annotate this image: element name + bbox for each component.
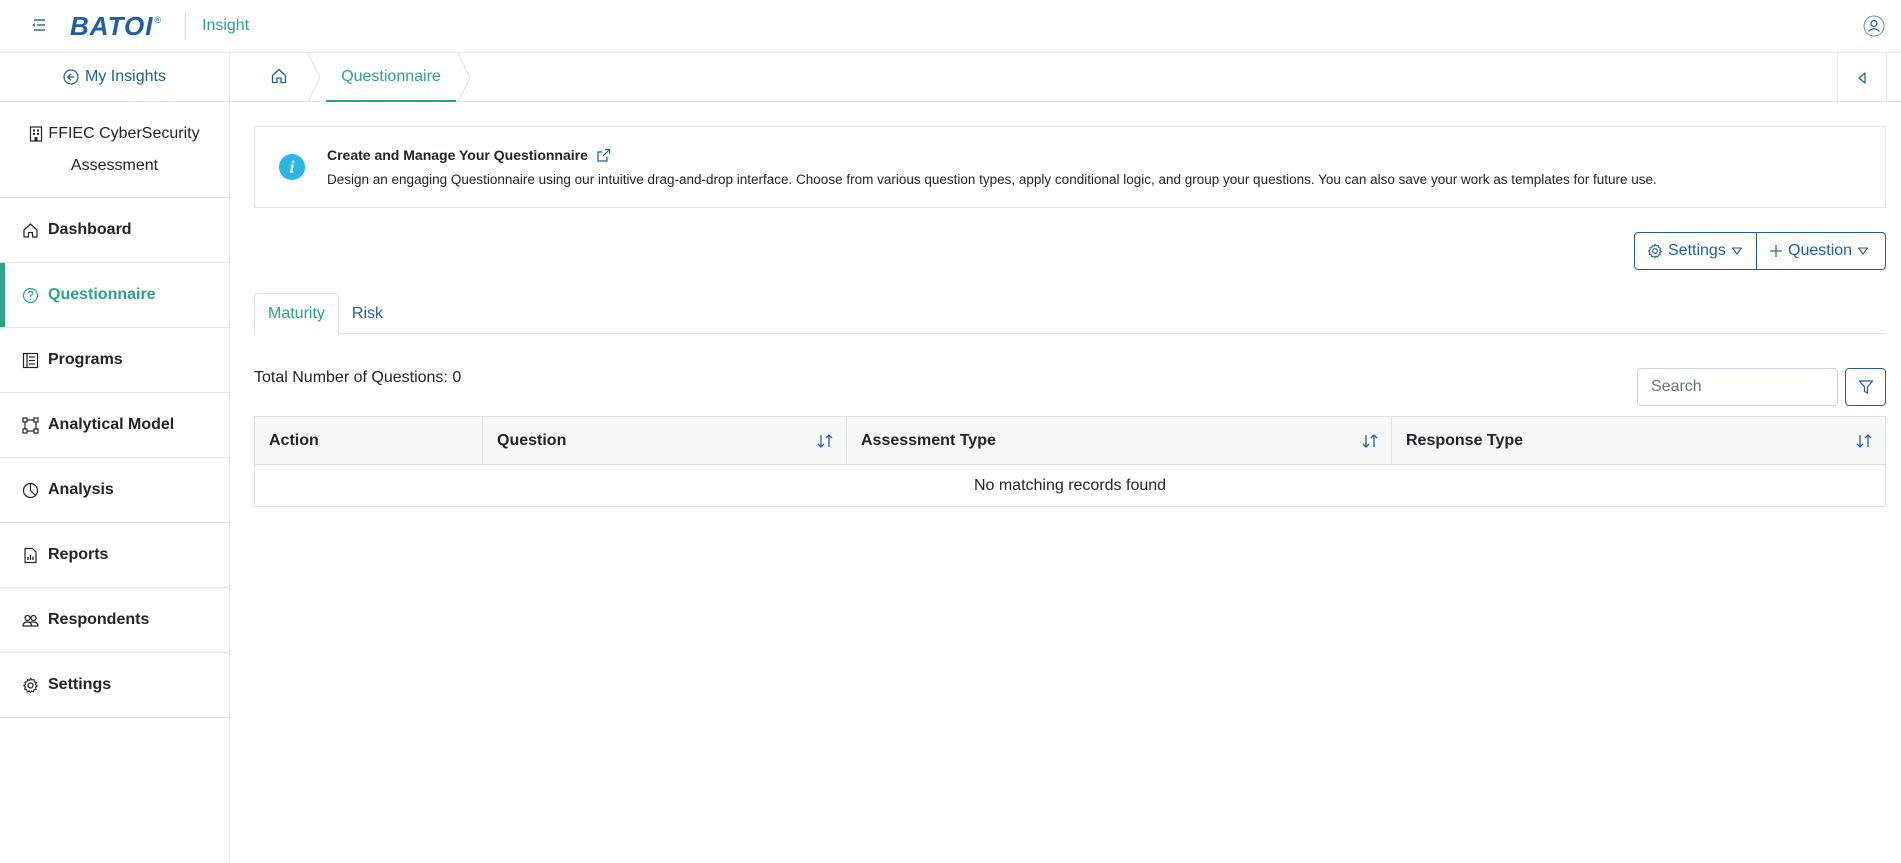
sidebar: My Insights FFIEC CyberSecurity Assessme… [0, 53, 230, 863]
collapse-panel-button[interactable] [1837, 53, 1887, 102]
column-header-action: Action [254, 416, 483, 465]
my-insights-link[interactable]: My Insights [0, 53, 229, 102]
tab-risk[interactable]: Risk [339, 293, 396, 334]
gear-icon [23, 677, 38, 693]
column-header-assessment-type[interactable]: Assessment Type [846, 416, 1392, 465]
sort-icon[interactable] [1855, 432, 1873, 450]
sidebar-item-questionnaire[interactable]: Questionnaire [0, 263, 229, 328]
project-name-line2: Assessment [70, 156, 159, 174]
breadcrumb-current[interactable]: Questionnaire [326, 53, 456, 102]
column-header-label: Action [269, 431, 319, 449]
sidebar-item-label: Analytical Model [48, 416, 175, 433]
list-icon [22, 352, 39, 368]
logo-registered-mark: ® [154, 15, 162, 25]
sidebar-item-analytical-model[interactable]: Analytical Model [0, 393, 229, 458]
sidebar-item-label: Questionnaire [48, 286, 156, 303]
info-title: Create and Manage Your Questionnaire [327, 147, 611, 163]
column-header-question[interactable]: Question [482, 416, 847, 465]
tab-maturity[interactable]: Maturity [254, 293, 339, 335]
menu-toggle-icon[interactable] [30, 16, 48, 34]
home-icon[interactable] [270, 67, 288, 85]
user-icon[interactable] [1863, 15, 1885, 37]
empty-table-message: No matching records found [254, 464, 1886, 507]
table-header-row: Action Question Assessment Type Response… [254, 416, 1886, 465]
sidebar-item-reports[interactable]: Reports [0, 523, 229, 588]
question-circle-icon [22, 287, 39, 303]
column-header-label: Assessment Type [861, 431, 996, 449]
logo-text: BATOI [70, 10, 154, 41]
sidebar-item-settings[interactable]: Settings [0, 653, 229, 718]
breadcrumb-separator [307, 53, 321, 102]
building-icon [30, 125, 43, 142]
batoi-logo[interactable]: BATOI ® [70, 10, 162, 41]
sidebar-item-dashboard[interactable]: Dashboard [0, 198, 229, 263]
sidebar-item-programs[interactable]: Programs [0, 328, 229, 393]
sidebar-item-respondents[interactable]: Respondents [0, 588, 229, 653]
settings-dropdown-button[interactable]: Settings [1634, 232, 1757, 270]
breadcrumb-separator [457, 53, 471, 102]
plus-icon [1770, 245, 1782, 257]
question-button-label: Question [1788, 242, 1853, 259]
breadcrumb: Questionnaire [230, 53, 1901, 102]
column-header-label: Question [497, 431, 567, 449]
home-icon [23, 222, 38, 238]
sort-icon[interactable] [816, 432, 834, 450]
app-name: Insight [202, 17, 250, 34]
info-panel: i Create and Manage Your Questionnaire D… [254, 126, 1886, 208]
external-link-icon[interactable] [596, 148, 611, 163]
funnel-icon [1858, 380, 1873, 394]
info-title-text: Create and Manage Your Questionnaire [327, 147, 588, 163]
sidebar-item-label: Settings [48, 676, 112, 693]
top-bar: BATOI ® Insight [0, 0, 1901, 53]
logo-divider [185, 12, 186, 40]
arrow-left-circle-icon [63, 69, 79, 85]
tab-bar: Maturity Risk [254, 293, 1886, 335]
project-name-line1: FFIEC CyberSecurity [48, 124, 200, 142]
pie-chart-icon [22, 482, 39, 498]
my-insights-label: My Insights [85, 68, 166, 85]
sidebar-item-label: Respondents [48, 611, 150, 628]
filter-button[interactable] [1845, 368, 1886, 406]
column-header-response-type[interactable]: Response Type [1391, 416, 1886, 465]
caret-down-icon [1857, 247, 1869, 255]
questions-table: Action Question Assessment Type Response… [254, 416, 1886, 507]
project-title: FFIEC CyberSecurity Assessment [0, 102, 229, 198]
search-input[interactable] [1637, 368, 1838, 406]
sort-icon[interactable] [1361, 432, 1379, 450]
column-header-label: Response Type [1406, 431, 1524, 449]
toolbar-button-group: Settings Question [1634, 232, 1886, 270]
caret-down-icon [1731, 247, 1742, 255]
sidebar-item-label: Analysis [48, 481, 114, 498]
bounding-box-icon [22, 416, 39, 434]
gear-icon [1648, 243, 1662, 259]
people-icon [22, 614, 39, 627]
table-row: No matching records found [254, 464, 1886, 507]
sidebar-item-label: Programs [48, 351, 123, 368]
sidebar-item-label: Reports [48, 546, 109, 563]
add-question-dropdown-button[interactable]: Question [1757, 232, 1886, 270]
total-questions-count: Total Number of Questions: 0 [254, 369, 462, 386]
report-icon [24, 547, 37, 563]
info-icon: i [279, 154, 305, 180]
settings-button-label: Settings [1668, 242, 1726, 259]
sidebar-item-analysis[interactable]: Analysis [0, 458, 229, 523]
info-description: Design an engaging Questionnaire using o… [327, 172, 1657, 187]
caret-left-icon [1858, 71, 1866, 84]
sidebar-item-label: Dashboard [48, 221, 132, 238]
